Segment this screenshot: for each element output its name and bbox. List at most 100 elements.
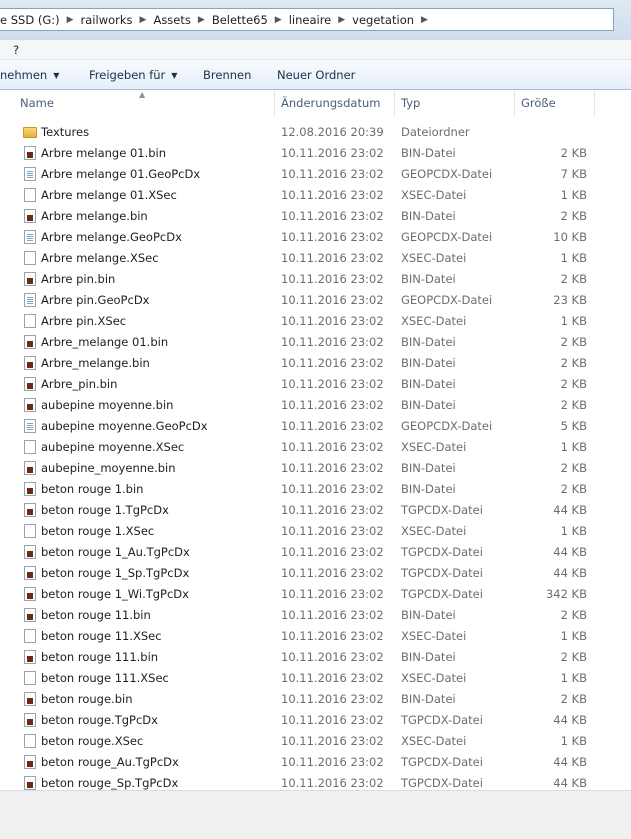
file-date: 10.11.2016 23:02 <box>281 650 384 664</box>
caret-down-icon: ▼ <box>53 71 60 80</box>
file-date: 10.11.2016 23:02 <box>281 293 384 307</box>
file-row[interactable]: Arbre melange.GeoPcDx 10.11.2016 23:02 GEO… <box>0 227 631 248</box>
file-size: 2 KB <box>560 482 587 496</box>
file-row[interactable]: beton rouge 111.bin 10.11.2016 23:02 BIN-D… <box>0 647 631 668</box>
file-date: 10.11.2016 23:02 <box>281 503 384 517</box>
new-folder-button[interactable]: Neuer Ordner <box>277 68 355 82</box>
file-row[interactable]: beton rouge.TgPcDx 10.11.2016 23:02 TGPCDX… <box>0 710 631 731</box>
file-size: 1 KB <box>560 314 587 328</box>
burn-button[interactable]: Brennen <box>203 68 251 82</box>
file-row[interactable]: Arbre pin.bin 10.11.2016 23:02 BIN-Datei 2 … <box>0 269 631 290</box>
file-row[interactable]: beton rouge_Au.TgPcDx 10.11.2016 23:02 TGP… <box>0 752 631 773</box>
column-type[interactable]: Typ <box>395 90 515 116</box>
file-type: TGPCDX-Datei <box>401 755 483 769</box>
file-type: BIN-Datei <box>401 608 456 622</box>
file-size: 23 KB <box>553 293 587 307</box>
file-row[interactable]: Arbre_melange.bin 10.11.2016 23:02 BIN-Dat… <box>0 353 631 374</box>
file-size: 2 KB <box>560 377 587 391</box>
file-name: beton rouge 11.bin <box>41 608 151 622</box>
file-type: XSEC-Datei <box>401 629 467 643</box>
chevron-right-icon[interactable]: ▶ <box>414 15 435 25</box>
file-name: Arbre pin.bin <box>41 272 116 286</box>
file-type: BIN-Datei <box>401 272 456 286</box>
file-row[interactable]: aubepine moyenne.GeoPcDx 10.11.2016 23:02… <box>0 416 631 437</box>
file-name: aubepine moyenne.GeoPcDx <box>41 419 208 433</box>
chevron-right-icon[interactable]: ▶ <box>331 15 352 25</box>
file-name: Textures <box>41 125 90 139</box>
chevron-right-icon[interactable]: ▶ <box>191 15 212 25</box>
file-type: GEOPCDX-Datei <box>401 167 493 181</box>
column-name[interactable]: Name <box>14 90 275 116</box>
file-row[interactable]: aubepine_moyenne.bin 10.11.2016 23:02 BIN-… <box>0 458 631 479</box>
file-date: 10.11.2016 23:02 <box>281 440 384 454</box>
file-row[interactable]: beton rouge 11.XSec 10.11.2016 23:02 XSEC-… <box>0 626 631 647</box>
file-size: 7 KB <box>560 167 587 181</box>
file-row[interactable]: beton rouge 1_Wi.TgPcDx 10.11.2016 23:02 T… <box>0 584 631 605</box>
details-pane <box>0 790 631 839</box>
file-date: 10.11.2016 23:02 <box>281 692 384 706</box>
file-row[interactable]: beton rouge.XSec 10.11.2016 23:02 XSEC-Dat… <box>0 731 631 752</box>
file-row[interactable]: Arbre melange 01.GeoPcDx 10.11.2016 23:02… <box>0 164 631 185</box>
file-row[interactable]: Arbre melange.bin 10.11.2016 23:02 BIN-Dat… <box>0 206 631 227</box>
file-row[interactable]: beton rouge 1.TgPcDx 10.11.2016 23:02 TGPC… <box>0 500 631 521</box>
breadcrumb-lineaire[interactable]: lineaire <box>289 13 332 27</box>
file-type: XSEC-Datei <box>401 251 467 265</box>
file-row[interactable]: Arbre_melange 01.bin 10.11.2016 23:02 BIN-… <box>0 332 631 353</box>
file-row[interactable]: beton rouge 1_Au.TgPcDx 10.11.2016 23:02 T… <box>0 542 631 563</box>
column-size[interactable]: Größe <box>515 90 595 116</box>
menu-bar: ? <box>0 40 631 60</box>
file-row[interactable]: beton rouge 1.bin 10.11.2016 23:02 BIN-Dat… <box>0 479 631 500</box>
file-date: 12.08.2016 20:39 <box>281 125 384 139</box>
file-row[interactable]: Arbre melange 01.XSec 10.11.2016 23:02 XSE… <box>0 185 631 206</box>
file-type: TGPCDX-Datei <box>401 566 483 580</box>
breadcrumb-assets[interactable]: Assets <box>153 13 190 27</box>
command-bar: nehmen ▼ Freigeben für ▼ Brennen Neuer Ord… <box>0 60 631 90</box>
file-size: 44 KB <box>553 776 587 790</box>
address-bar: e SSD (G:) ▶ railworks ▶ Assets ▶ Belett… <box>0 0 631 40</box>
file-row[interactable]: aubepine moyenne.bin 10.11.2016 23:02 BIN-… <box>0 395 631 416</box>
file-type: BIN-Datei <box>401 146 456 160</box>
breadcrumb-drive[interactable]: e SSD (G:) <box>0 13 60 27</box>
file-date: 10.11.2016 23:02 <box>281 230 384 244</box>
bin-file-icon <box>24 608 36 622</box>
blank-file-icon <box>24 188 36 202</box>
share-with-button[interactable]: Freigeben für ▼ <box>89 68 177 82</box>
file-row[interactable]: aubepine moyenne.XSec 10.11.2016 23:02 XSE… <box>0 437 631 458</box>
breadcrumb-vegetation[interactable]: vegetation <box>352 13 414 27</box>
file-name: Arbre_melange 01.bin <box>41 335 169 349</box>
chevron-right-icon[interactable]: ▶ <box>133 15 154 25</box>
file-row[interactable]: Textures 12.08.2016 20:39 Dateiordner <box>0 122 631 143</box>
file-size: 1 KB <box>560 188 587 202</box>
file-row[interactable]: beton rouge_Sp.TgPcDx 10.11.2016 23:02 TGP… <box>0 773 631 790</box>
file-type: BIN-Datei <box>401 209 456 223</box>
file-row[interactable]: Arbre_pin.bin 10.11.2016 23:02 BIN-Datei 2 … <box>0 374 631 395</box>
file-row[interactable]: Arbre melange.XSec 10.11.2016 23:02 XSEC-D… <box>0 248 631 269</box>
breadcrumb-belette65[interactable]: Belette65 <box>212 13 268 27</box>
file-row[interactable]: beton rouge.bin 10.11.2016 23:02 BIN-Datei… <box>0 689 631 710</box>
file-row[interactable]: beton rouge 11.bin 10.11.2016 23:02 BIN-Da… <box>0 605 631 626</box>
breadcrumb[interactable]: e SSD (G:) ▶ railworks ▶ Assets ▶ Belett… <box>0 8 614 31</box>
file-type: TGPCDX-Datei <box>401 713 483 727</box>
menu-help[interactable]: ? <box>0 43 19 57</box>
file-type: BIN-Datei <box>401 335 456 349</box>
file-name: aubepine_moyenne.bin <box>41 461 176 475</box>
chevron-right-icon[interactable]: ▶ <box>60 15 81 25</box>
include-in-library-button[interactable]: nehmen ▼ <box>0 68 59 82</box>
file-row[interactable]: beton rouge 1.XSec 10.11.2016 23:02 XSEC-D… <box>0 521 631 542</box>
file-date: 10.11.2016 23:02 <box>281 608 384 622</box>
bin-file-icon <box>24 482 36 496</box>
file-type: TGPCDX-Datei <box>401 776 483 790</box>
file-row[interactable]: beton rouge 1_Sp.TgPcDx 10.11.2016 23:02 T… <box>0 563 631 584</box>
file-row[interactable]: Arbre pin.XSec 10.11.2016 23:02 XSEC-Datei… <box>0 311 631 332</box>
file-row[interactable]: Arbre melange 01.bin 10.11.2016 23:02 BIN-… <box>0 143 631 164</box>
file-name: Arbre pin.XSec <box>41 314 127 328</box>
file-size: 10 KB <box>553 230 587 244</box>
file-row[interactable]: beton rouge 111.XSec 10.11.2016 23:02 XSEC… <box>0 668 631 689</box>
chevron-right-icon[interactable]: ▶ <box>268 15 289 25</box>
file-date: 10.11.2016 23:02 <box>281 251 384 265</box>
bin-file-icon <box>24 755 36 769</box>
column-date[interactable]: Änderungsdatum <box>275 90 395 116</box>
breadcrumb-railworks[interactable]: railworks <box>81 13 133 27</box>
file-type: GEOPCDX-Datei <box>401 293 493 307</box>
file-row[interactable]: Arbre pin.GeoPcDx 10.11.2016 23:02 GEOPCDX… <box>0 290 631 311</box>
